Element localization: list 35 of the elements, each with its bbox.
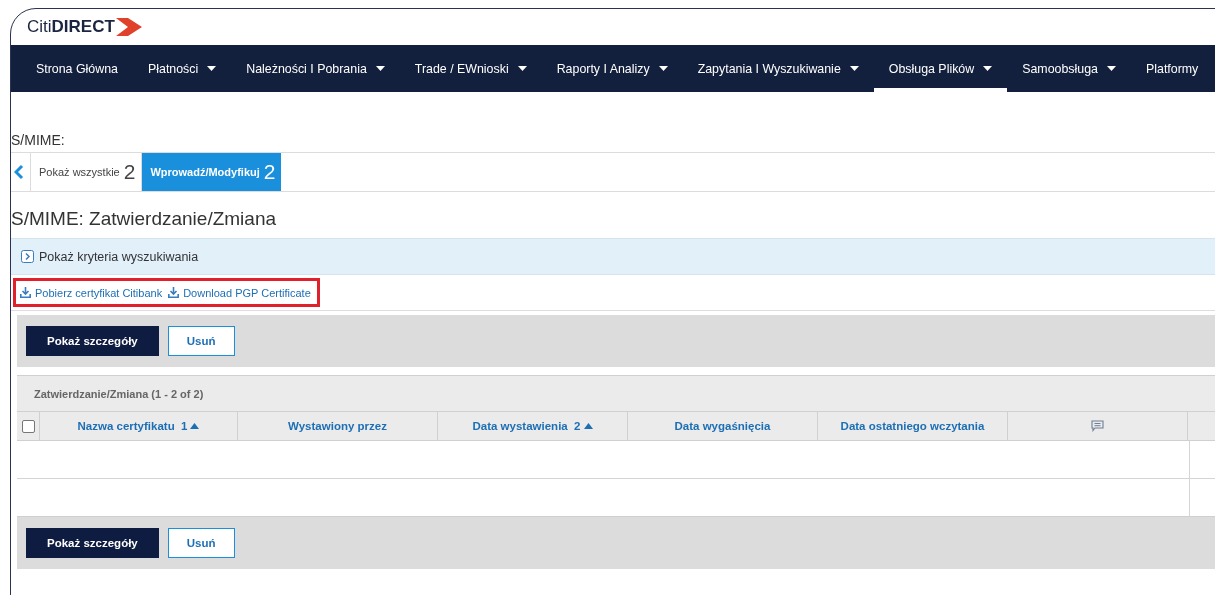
chevron-logo-icon [115, 18, 142, 36]
action-button[interactable]: Pokaż szczegóły [26, 326, 159, 356]
search-criteria-toggle[interactable]: Pokaż kryteria wyszukiwania [39, 249, 199, 264]
table-caption: Zatwierdzanie/Zmiana (1 - 2 of 2) [17, 376, 1215, 412]
download-icon [168, 287, 180, 298]
nav-menu-item[interactable]: Strona Główna [21, 45, 133, 92]
column-header[interactable]: Data wygaśnięcia [674, 420, 771, 432]
nav-menu-item[interactable]: Płatności [132, 45, 232, 92]
sort-ascending-icon [190, 423, 200, 429]
column-header[interactable]: Nazwa certyfikatu 1 [77, 420, 188, 432]
nav-menu-item[interactable]: Platformy [1130, 45, 1214, 92]
section-label: S/MIME: [11, 132, 66, 148]
action-button[interactable]: Usuń [167, 528, 235, 558]
column-header[interactable]: Data ostatniego wczytania [840, 420, 985, 432]
download-link[interactable]: Download PGP Certificate [168, 286, 311, 299]
page-title: S/MIME: Zatwierdzanie/Zmiana [11, 208, 278, 230]
logo-text: CitiDIRECT [27, 17, 115, 37]
nav-menu-item[interactable]: Samoobsługa [1007, 45, 1131, 92]
nav-menu-item[interactable]: Raporty I Analizy [541, 45, 683, 92]
back-chevron-icon[interactable] [14, 164, 24, 180]
sort-ascending-icon [583, 423, 593, 429]
action-button[interactable]: Usuń [167, 326, 235, 356]
nav-menu-item[interactable]: Zapytania I Wyszukiwanie [682, 45, 874, 92]
expand-chevron-icon[interactable] [21, 250, 34, 263]
nav-menu-item[interactable]: Obsługa Plików [873, 45, 1008, 92]
comment-icon[interactable] [1091, 420, 1104, 432]
nav-menu-item[interactable]: Należności I Pobrania [231, 45, 400, 92]
select-all-checkbox[interactable] [21, 419, 35, 433]
download-link[interactable]: Pobierz certyfikat Citibank [20, 286, 163, 299]
download-icon [20, 287, 31, 298]
nav-menu-item[interactable]: Trade / EWnioski [399, 45, 542, 92]
column-header[interactable]: Wystawiony przez [288, 420, 387, 432]
tab[interactable]: Wprowadź/Modyfikuj 2 [141, 153, 282, 191]
column-header[interactable]: Data wystawienia 2 [472, 420, 581, 432]
action-button[interactable]: Pokaż szczegóły [26, 528, 159, 558]
